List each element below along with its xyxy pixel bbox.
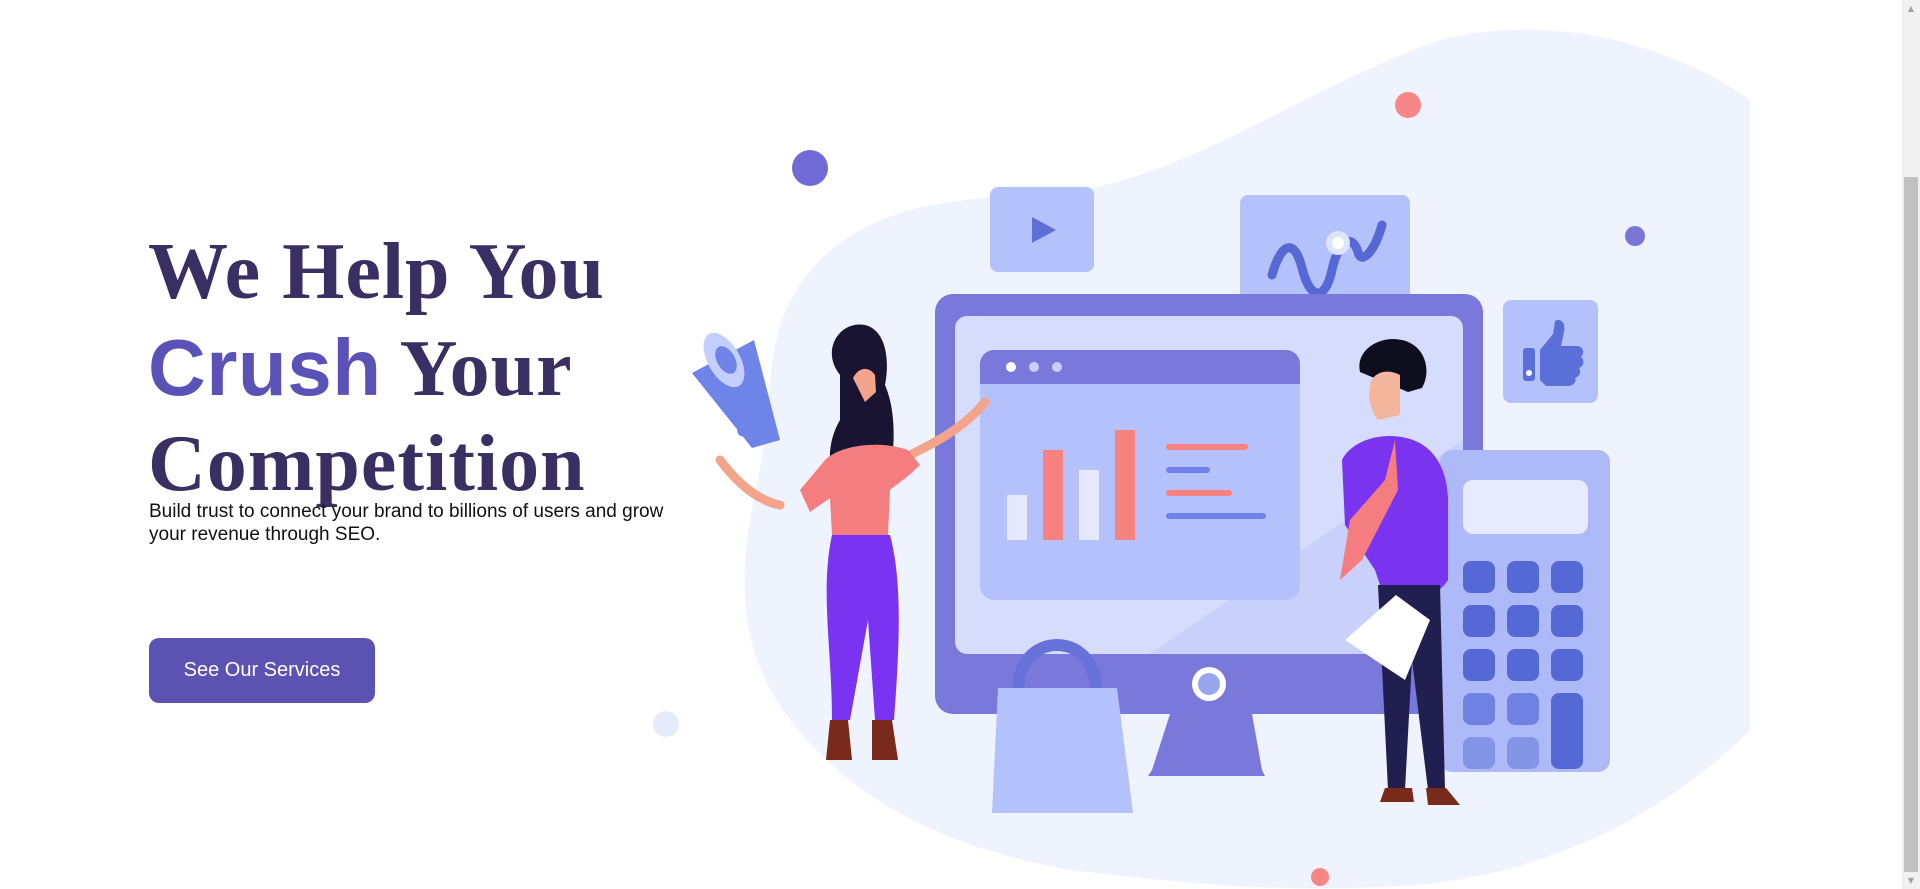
megaphone-icon — [692, 332, 780, 448]
thumbs-up-card — [1503, 300, 1598, 403]
dashboard-window — [980, 350, 1300, 600]
headline-line-2: Your — [381, 325, 573, 413]
scrollbar-thumb[interactable] — [1904, 177, 1918, 872]
scroll-up-arrow-icon[interactable]: ▲ — [1902, 0, 1920, 17]
play-card — [990, 187, 1094, 272]
hero-subtext: Build trust to connect your brand to bil… — [149, 501, 664, 545]
headline-accent-word: Crush — [148, 323, 382, 412]
hero-section: We Help You Crush Your Competition Build t… — [0, 0, 1902, 889]
dot-coral-bottom — [1311, 868, 1329, 886]
see-services-button[interactable]: See Our Services — [149, 638, 375, 703]
scroll-down-arrow-icon[interactable]: ▼ — [1902, 872, 1920, 889]
calculator-icon — [1440, 450, 1610, 772]
vertical-scrollbar[interactable]: ▲ ▼ — [1902, 0, 1920, 889]
dot-purple-small — [1625, 226, 1645, 246]
headline-line-3: Competition — [148, 420, 586, 508]
dot-light-left — [653, 711, 679, 737]
headline-line-1: We Help You — [148, 228, 605, 316]
dot-purple-large — [792, 150, 828, 186]
dot-coral-top — [1395, 92, 1421, 118]
marketing-illustration — [653, 29, 1750, 889]
hero-headline: We Help You Crush Your Competition — [148, 225, 605, 512]
